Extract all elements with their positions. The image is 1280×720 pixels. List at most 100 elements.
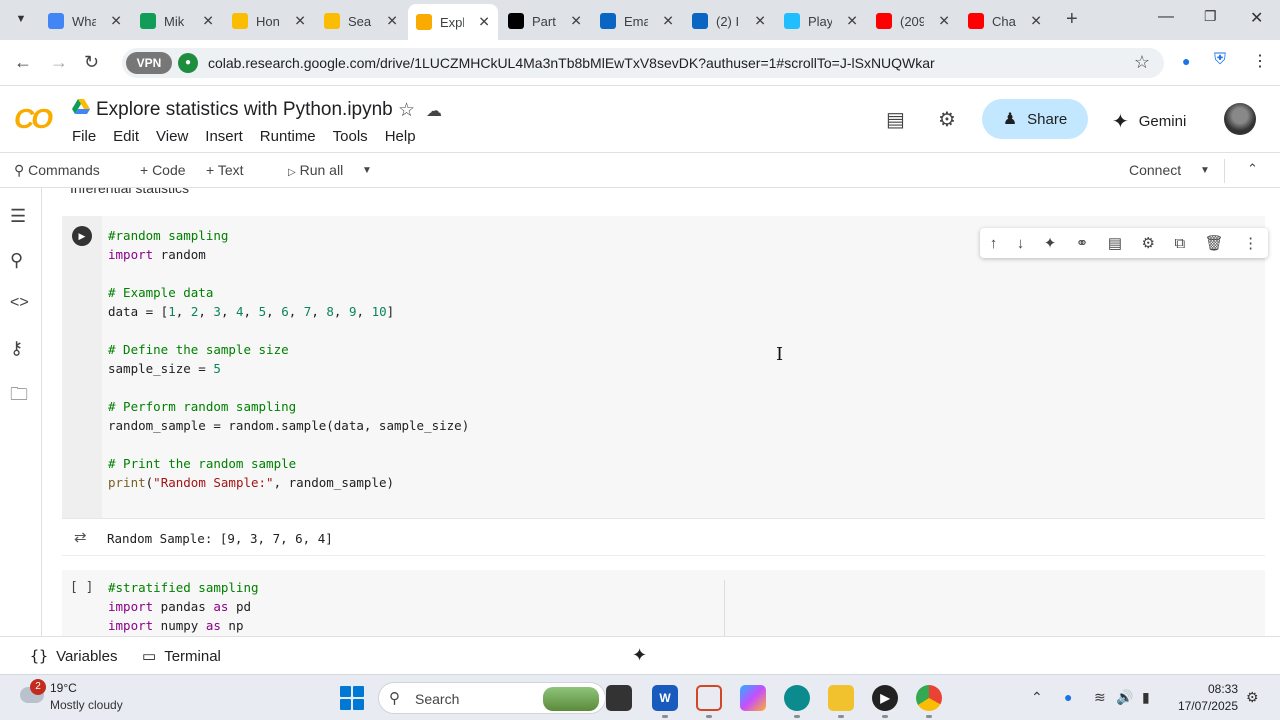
battery-icon[interactable]: ▮ <box>1142 689 1150 706</box>
close-tab-icon[interactable]: ✕ <box>938 13 950 30</box>
close-tab-icon[interactable]: ✕ <box>1030 13 1042 30</box>
files-folder-icon[interactable]: 🗀 <box>10 382 28 412</box>
variables-button[interactable]: {} Variables <box>30 647 117 665</box>
minimize-icon[interactable]: — <box>1158 8 1174 26</box>
menu-runtime[interactable]: Runtime <box>260 128 316 145</box>
settings-gear-icon[interactable]: ⚙ <box>938 107 956 132</box>
bookmark-star-icon[interactable]: ☆ <box>1134 52 1150 73</box>
close-tab-icon[interactable]: ✕ <box>202 13 214 30</box>
browser-tab[interactable]: Expl ✕ <box>408 4 498 40</box>
code-cell-random-sampling[interactable]: ▶ #random sampling import random # Exampl… <box>62 216 1268 518</box>
system-clock[interactable]: 08:33 17/07/2025 <box>1172 681 1238 715</box>
drive-icon[interactable] <box>72 99 90 115</box>
run-cell-button[interactable]: ▶ <box>72 226 92 246</box>
back-icon[interactable]: ← <box>14 52 32 73</box>
file-explorer-icon[interactable] <box>828 685 854 711</box>
commands-button[interactable]: ⚲ Commands <box>14 162 100 179</box>
browser-tab[interactable]: Part ✕ <box>500 6 590 36</box>
close-tab-icon[interactable]: ✕ <box>478 14 490 31</box>
code-editor[interactable]: #random sampling import random # Example … <box>108 226 469 492</box>
browser-tab[interactable]: (209 ✕ <box>868 6 958 36</box>
code-snippets-icon[interactable]: <> <box>10 294 29 312</box>
delete-icon[interactable]: 🗑 <box>1205 234 1224 252</box>
menu-file[interactable]: File <box>72 128 96 145</box>
browser-tab[interactable]: Cha ✕ <box>960 6 1050 36</box>
move-up-icon[interactable]: ↑ <box>990 235 998 252</box>
microphone-icon[interactable]: ● <box>1064 689 1072 705</box>
collapse-header-icon[interactable]: ⌃ <box>1247 161 1258 177</box>
profile-extension-icon[interactable]: ● <box>1182 53 1190 69</box>
notifications-icon[interactable]: ⚙ <box>1246 689 1259 706</box>
media-player-icon[interactable]: ▶ <box>872 685 898 711</box>
close-tab-icon[interactable]: ✕ <box>754 13 766 30</box>
show-hidden-icons-icon[interactable]: ⌃ <box>1031 689 1043 706</box>
secrets-key-icon[interactable]: ⚷ <box>10 338 23 359</box>
new-tab-button[interactable]: + <box>1066 8 1078 31</box>
menu-insert[interactable]: Insert <box>205 128 243 145</box>
task-view-icon[interactable] <box>606 685 632 711</box>
share-button[interactable]: ♟ Share <box>982 99 1088 139</box>
url-text[interactable]: colab.research.google.com/drive/1LUCZMHC… <box>208 55 935 71</box>
terminal-button[interactable]: ▭ Terminal <box>142 647 221 666</box>
browser-tab[interactable]: Mik ✕ <box>132 6 222 36</box>
browser-tab[interactable]: Wha ✕ <box>40 6 130 36</box>
close-tab-icon[interactable]: ✕ <box>110 13 122 30</box>
comments-icon[interactable]: ▤ <box>886 107 905 132</box>
menu-view[interactable]: View <box>156 128 188 145</box>
avatar[interactable] <box>1224 103 1256 135</box>
tab-search-menu-icon[interactable]: ▼ <box>10 8 32 30</box>
connect-button[interactable]: Connect <box>1129 162 1181 178</box>
gemini-sparkle-icon[interactable]: ✦ <box>1044 234 1057 252</box>
cell-settings-icon[interactable]: ⚙ <box>1142 234 1155 252</box>
vpn-badge[interactable]: VPN <box>126 52 172 74</box>
comment-icon[interactable]: ▤ <box>1108 234 1122 252</box>
colab-logo[interactable]: CO <box>14 103 53 135</box>
lock-icon[interactable]: ● <box>178 53 198 73</box>
close-tab-icon[interactable]: ✕ <box>386 13 398 30</box>
add-text-button[interactable]: + Text <box>206 162 244 178</box>
word-icon[interactable]: W <box>652 685 678 711</box>
browser-tab[interactable]: Hon ✕ <box>224 6 314 36</box>
link-icon[interactable]: ⚭ <box>1076 234 1089 252</box>
restore-icon[interactable]: ❐ <box>1204 8 1217 25</box>
notebook-title[interactable]: Explore statistics with Python.ipynb <box>96 99 393 121</box>
edge-icon[interactable] <box>784 685 810 711</box>
close-tab-icon[interactable]: ✕ <box>662 13 674 30</box>
browser-tab[interactable]: (2) I ✕ <box>684 6 774 36</box>
cloud-save-icon[interactable]: ☁ <box>426 101 442 121</box>
close-window-icon[interactable]: ✕ <box>1250 8 1263 28</box>
shield-extension-icon[interactable]: ⛨ <box>1214 51 1226 69</box>
close-tab-icon[interactable]: ✕ <box>570 13 582 30</box>
add-code-button[interactable]: + Code <box>140 162 186 178</box>
code-editor[interactable]: #stratified sampling import pandas as pd i… <box>108 578 259 635</box>
browser-tab[interactable]: Play ✕ <box>776 6 866 36</box>
gemini-button[interactable]: ✦ Gemini <box>1112 109 1186 134</box>
browser-tab[interactable]: Sear ✕ <box>316 6 406 36</box>
menu-help[interactable]: Help <box>385 128 416 145</box>
star-notebook-icon[interactable]: ☆ <box>398 99 415 122</box>
cell-execution-count[interactable]: [ ] <box>70 580 93 595</box>
copilot-icon[interactable] <box>740 685 766 711</box>
taskbar-search[interactable]: ⚲ Search <box>378 682 606 714</box>
move-down-icon[interactable]: ↓ <box>1017 235 1025 252</box>
wifi-icon[interactable]: ≋ <box>1094 689 1106 706</box>
browser-menu-icon[interactable]: ⋮ <box>1252 51 1268 71</box>
menu-edit[interactable]: Edit <box>113 128 139 145</box>
find-icon[interactable]: ⚲ <box>10 250 23 271</box>
mirror-cell-icon[interactable]: ⧉ <box>1174 235 1185 252</box>
output-actions-icon[interactable]: ⇄ <box>74 528 87 546</box>
volume-icon[interactable]: 🔊 <box>1116 689 1133 706</box>
run-all-dropdown-icon[interactable]: ▼ <box>362 165 372 176</box>
run-all-button[interactable]: ▷ Run all <box>288 162 343 178</box>
browser-tab[interactable]: Ema ✕ <box>592 6 682 36</box>
more-options-icon[interactable]: ⋮ <box>1243 234 1258 252</box>
close-tab-icon[interactable]: ✕ <box>846 13 858 30</box>
table-of-contents-icon[interactable]: ☰ <box>10 206 26 227</box>
connect-dropdown-icon[interactable]: ▼ <box>1200 165 1210 176</box>
gemini-sparkle-icon[interactable]: ✦ <box>632 645 647 666</box>
forward-icon[interactable]: → <box>50 52 68 73</box>
chrome-icon[interactable] <box>916 685 942 711</box>
reload-icon[interactable]: ↻ <box>84 52 99 73</box>
start-windows-icon[interactable] <box>340 686 364 710</box>
snipping-tool-icon[interactable] <box>696 685 722 711</box>
